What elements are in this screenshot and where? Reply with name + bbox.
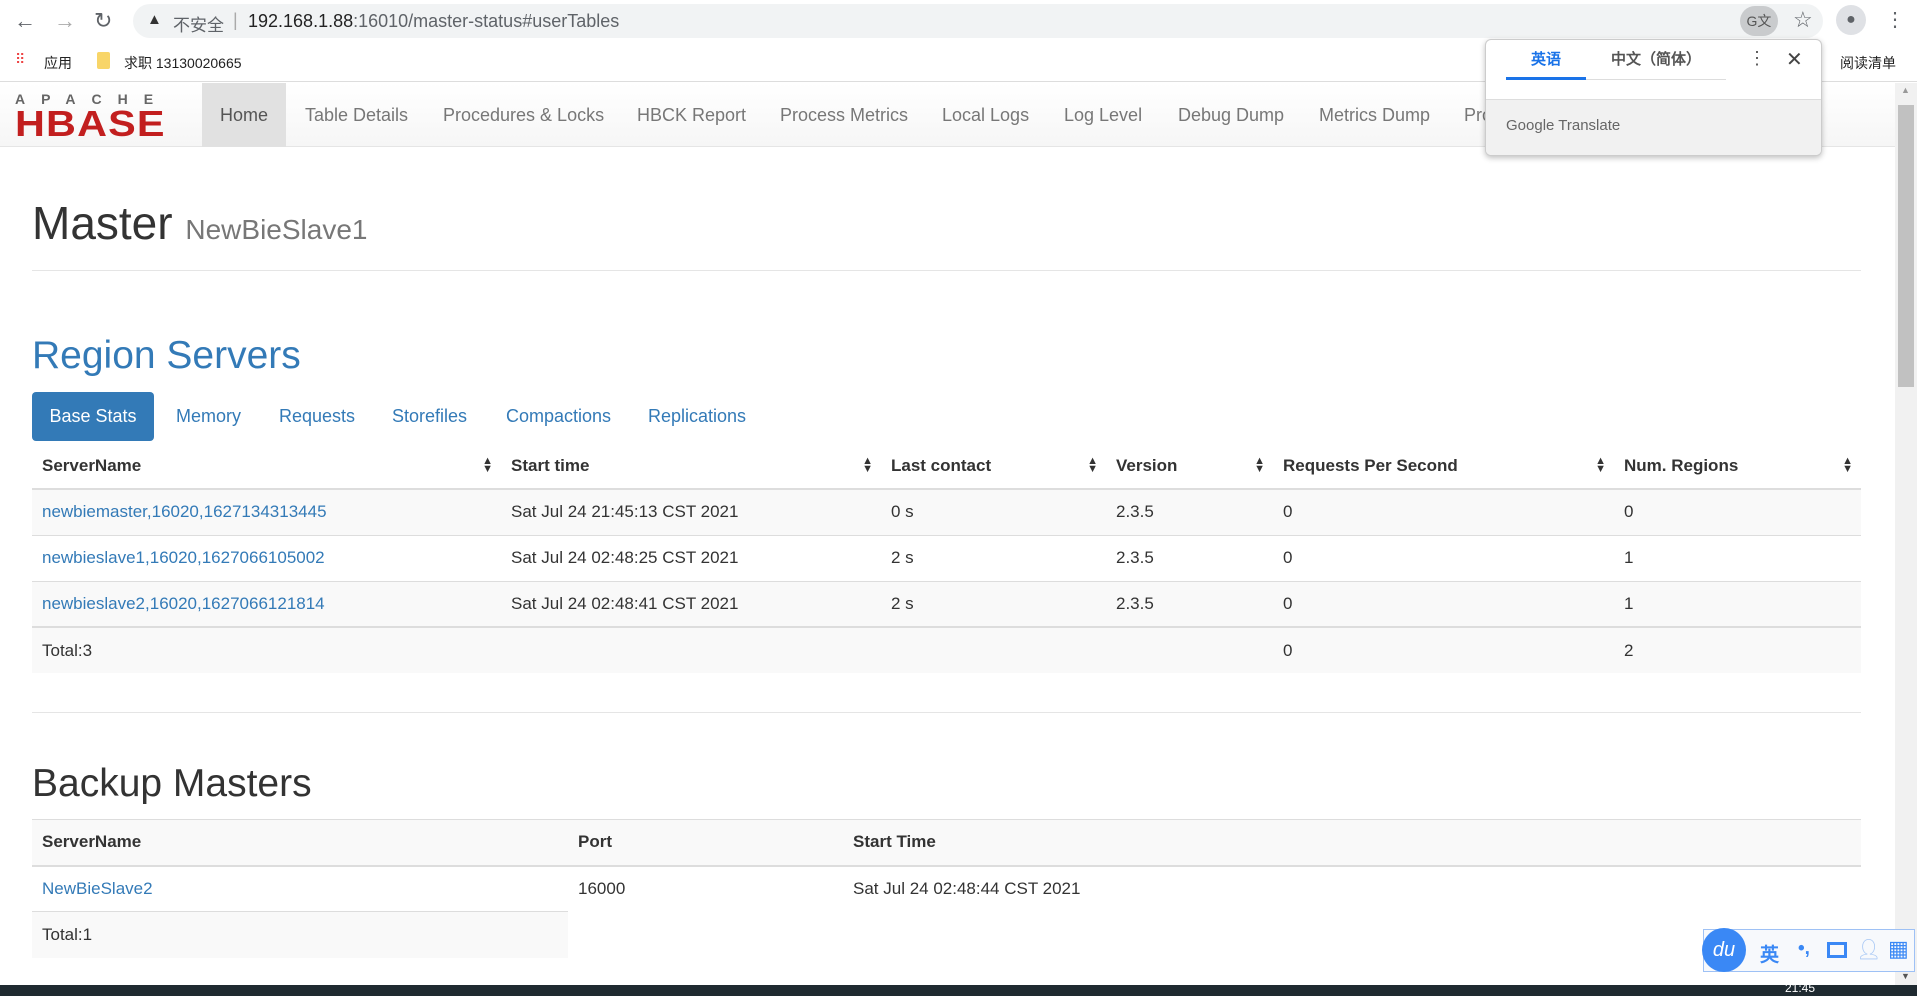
apps-icon: ⠿: [15, 51, 25, 67]
tab-base-stats[interactable]: Base Stats: [32, 392, 154, 441]
nav-procedures-locks[interactable]: Procedures & Locks: [425, 83, 622, 147]
google-translate-label: Google Translate: [1506, 117, 1621, 134]
col-num-regions[interactable]: Num. Regions ▲ ▼: [1614, 443, 1861, 490]
col-start-time[interactable]: Start time ▲ ▼: [501, 443, 881, 490]
browser-toolbar: ← → ↻ ▲ 不安全 | 192.168.1.88:16010/master-…: [0, 0, 1917, 42]
table-header: ServerName Port Start Time: [32, 819, 1861, 867]
star-icon[interactable]: ☆: [1793, 7, 1813, 33]
divider: [32, 712, 1861, 713]
server-link[interactable]: newbieslave1,16020,1627066105002: [42, 548, 325, 567]
page-subtitle: NewBieSlave1: [185, 214, 368, 245]
nav-debug-dump[interactable]: Debug Dump: [1160, 83, 1302, 147]
scroll-thumb[interactable]: [1898, 105, 1914, 387]
ime-lang[interactable]: 英: [1760, 940, 1779, 967]
more-options-icon[interactable]: ⋮: [1748, 48, 1766, 69]
taskbar: 21:45: [0, 981, 1917, 996]
page-title: Master NewBieSlave1: [32, 197, 368, 249]
translate-icon[interactable]: G文: [1740, 6, 1778, 36]
sort-icon: ▲ ▼: [1595, 455, 1606, 475]
scrollbar[interactable]: ▲ ▼: [1895, 83, 1917, 985]
backup-masters-heading: Backup Masters: [32, 762, 312, 805]
warning-icon: ▲: [147, 11, 162, 28]
grid-icon[interactable]: ▦: [1888, 936, 1909, 962]
tab-storefiles[interactable]: Storefiles: [374, 392, 485, 441]
nav-metrics-dump[interactable]: Metrics Dump: [1301, 83, 1448, 147]
sort-icon: ▲ ▼: [1842, 455, 1853, 475]
table-total-row: Total:3 02: [32, 626, 1861, 673]
backup-masters-table: ServerName Port Start Time NewBieSlave2 …: [32, 819, 1861, 958]
translate-target-tab[interactable]: 中文（简体）: [1586, 40, 1726, 80]
punctuation-icon[interactable]: •,: [1798, 938, 1810, 960]
col-version[interactable]: Version ▲ ▼: [1106, 443, 1273, 490]
forward-icon[interactable]: →: [54, 8, 76, 34]
url[interactable]: 192.168.1.88:16010/master-status#userTab…: [248, 11, 619, 32]
reload-icon[interactable]: ↻: [94, 8, 112, 34]
scroll-up-icon: ▲: [1901, 85, 1910, 95]
address-bar[interactable]: ▲ 不安全 | 192.168.1.88:16010/master-status…: [133, 4, 1823, 38]
col-servername[interactable]: ServerName ▲ ▼: [32, 443, 501, 490]
table-row: NewBieSlave2 16000 Sat Jul 24 02:48:44 C…: [32, 865, 1861, 912]
reading-list[interactable]: 阅读清单: [1840, 53, 1896, 73]
table-row: newbieslave1,16020,1627066105002 Sat Jul…: [32, 534, 1861, 581]
bookmark-job[interactable]: 求职 13130020665: [124, 53, 242, 73]
keyboard-icon[interactable]: [1827, 942, 1847, 958]
nav-table-details[interactable]: Table Details: [287, 83, 426, 147]
user-icon[interactable]: 👤︎: [1856, 937, 1881, 962]
hbase-logo[interactable]: APACHE HBASE: [15, 92, 183, 142]
sort-icon: ▲ ▼: [1254, 455, 1265, 475]
close-icon[interactable]: ✕: [1786, 47, 1803, 72]
back-icon[interactable]: ←: [14, 8, 36, 34]
table-row: newbieslave2,16020,1627066121814 Sat Jul…: [32, 580, 1861, 627]
translate-popup: 英语 中文（简体） ⋮ ✕ Google Translate: [1485, 39, 1822, 156]
ime-toolbar[interactable]: du 英 •, 👤︎ ▦: [1702, 928, 1915, 972]
col-requests[interactable]: Requests Per Second ▲ ▼: [1273, 443, 1614, 490]
col-last-contact[interactable]: Last contact ▲ ▼: [881, 443, 1106, 490]
clock: 21:45: [1785, 981, 1816, 995]
nav-log-level[interactable]: Log Level: [1046, 83, 1160, 147]
security-label: 不安全: [173, 16, 224, 35]
translate-source-tab[interactable]: 英语: [1506, 40, 1586, 80]
nav-local-logs[interactable]: Local Logs: [924, 83, 1047, 147]
folder-icon: [97, 52, 110, 69]
sort-icon: ▲ ▼: [862, 455, 873, 475]
tab-requests[interactable]: Requests: [261, 392, 373, 441]
tab-memory[interactable]: Memory: [158, 392, 259, 441]
scroll-down-icon: ▼: [1901, 971, 1910, 981]
sort-icon: ▲ ▼: [482, 455, 493, 475]
region-servers-heading: Region Servers: [32, 334, 301, 377]
nav-process-metrics[interactable]: Process Metrics: [762, 83, 926, 147]
profile-icon[interactable]: ●: [1836, 5, 1866, 35]
baidu-ime-logo: du: [1702, 928, 1746, 972]
menu-icon[interactable]: ⋮: [1885, 7, 1905, 32]
nav-hbck-report[interactable]: HBCK Report: [619, 83, 764, 147]
tab-replications[interactable]: Replications: [630, 392, 764, 441]
region-servers-table: ServerName ▲ ▼ Start time ▲ ▼ Last contact ▲ ▼…: [32, 443, 1861, 673]
server-link[interactable]: newbiemaster,16020,1627134313445: [42, 502, 327, 521]
server-link[interactable]: newbieslave2,16020,1627066121814: [42, 594, 325, 613]
sort-icon: ▲ ▼: [1087, 455, 1098, 475]
table-header: ServerName ▲ ▼ Start time ▲ ▼ Last contact ▲ ▼…: [32, 443, 1861, 490]
tab-compactions[interactable]: Compactions: [488, 392, 629, 441]
divider: [32, 270, 1861, 271]
table-row: newbiemaster,16020,1627134313445 Sat Jul…: [32, 488, 1861, 535]
table-total-row: Total:1: [32, 911, 1861, 958]
nav-home[interactable]: Home: [202, 83, 286, 147]
backup-master-link[interactable]: NewBieSlave2: [42, 879, 153, 898]
bookmark-apps[interactable]: 应用: [44, 53, 72, 73]
